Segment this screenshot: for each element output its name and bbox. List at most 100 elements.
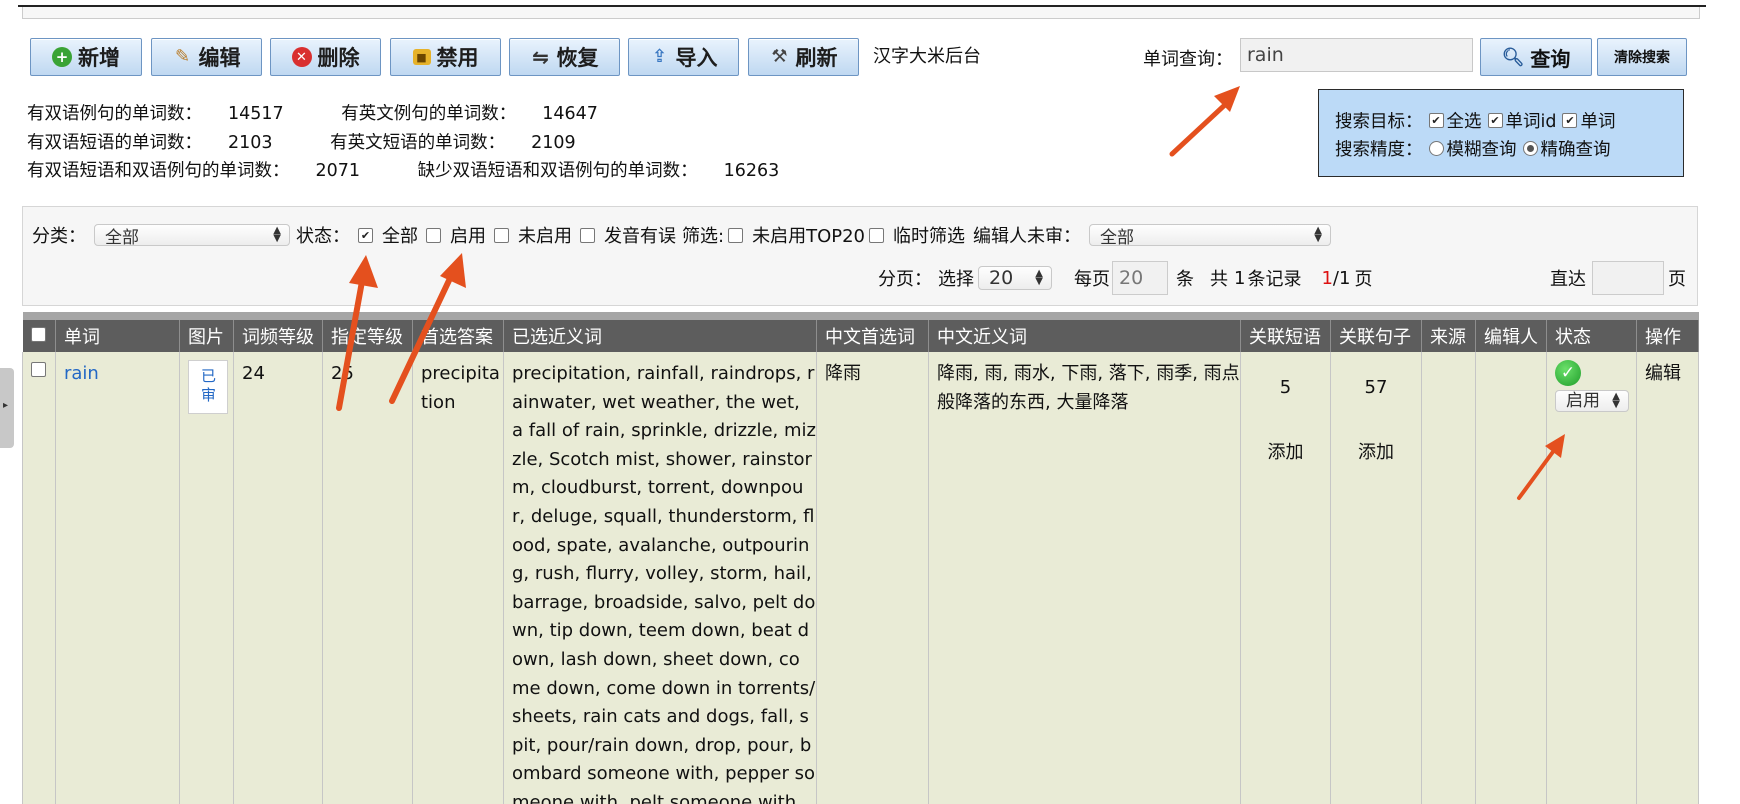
stats-row: 有双语短语的单词数： 2103 有英文短语的单词数： 2109	[27, 129, 831, 158]
per-page-input[interactable]: 20	[1112, 261, 1168, 295]
sentences-count[interactable]: 57	[1331, 374, 1421, 403]
word-link[interactable]: rain	[64, 363, 99, 384]
status-enabled-checkbox[interactable]	[426, 227, 441, 243]
fuzzy-radio[interactable]	[1428, 141, 1444, 156]
column-header[interactable]: 状态	[1546, 312, 1637, 352]
sidebar-toggle[interactable]: ▸	[0, 368, 14, 448]
edit-row-link[interactable]: 编辑	[1645, 363, 1681, 384]
goto-label: 直达	[1550, 269, 1586, 290]
target-word-checkbox[interactable]: ✔	[1562, 113, 1578, 128]
edit-button-label: 编辑	[198, 46, 241, 70]
select-arrows-icon: ▲ ▼	[1035, 268, 1043, 287]
delete-button-label: 删除	[317, 46, 360, 70]
column-header[interactable]: 单词	[55, 312, 180, 352]
add-phrase-link[interactable]: 添加	[1241, 439, 1330, 468]
editor-select-value: 全部	[1100, 227, 1134, 248]
add-button-label: 新增	[78, 46, 120, 70]
column-header[interactable]: 指定等级	[322, 312, 413, 352]
edit-button[interactable]: ✎ 编辑	[151, 38, 262, 76]
target-all-checkbox[interactable]: ✔	[1428, 113, 1444, 128]
import-icon: ⇪	[651, 46, 668, 67]
target-id-label: 单词id	[1505, 112, 1557, 132]
select-arrows-icon: ▲ ▼	[1314, 225, 1322, 244]
stats-summary: 有双语例句的单词数： 14517 有英文例句的单词数： 14647 有双语短语的单词…	[27, 100, 831, 186]
select-arrows-icon: ▲ ▼	[273, 225, 281, 244]
clear-search-button[interactable]: 清除搜索	[1597, 38, 1687, 76]
search-input[interactable]	[1240, 38, 1473, 72]
pagination-label: 分页：	[878, 269, 932, 290]
restore-button[interactable]: ⇋ 恢复	[509, 38, 620, 76]
column-header[interactable]: 图片	[179, 312, 234, 352]
magnifier-icon: 🔍︎	[1501, 46, 1525, 68]
stats-row: 有双语例句的单词数： 14517 有英文例句的单词数： 14647	[27, 100, 831, 129]
exact-radio[interactable]	[1522, 141, 1538, 156]
column-header[interactable]: 来源	[1421, 312, 1476, 352]
filter-row: 分类： 全部 ▲ ▼ 状态： ✔ 全部 启用 未启用 发音有误 筛选: 未启用TOP…	[32, 222, 1331, 248]
category-select[interactable]: 全部 ▲ ▼	[94, 224, 290, 248]
per-page-unit: 条	[1176, 269, 1194, 290]
search-options-box: 搜索目标： ✔ 全选 ✔ 单词id ✔ 单词 搜索精度： 模糊查询 精确查询	[1318, 89, 1684, 177]
total-suffix: 条记录	[1247, 269, 1302, 290]
lock-icon: ■	[412, 49, 431, 65]
status-disabled-checkbox[interactable]	[494, 227, 509, 243]
add-sentence-link[interactable]: 添加	[1331, 439, 1421, 468]
delete-button[interactable]: ✕ 删除	[270, 38, 381, 76]
filter-top20-checkbox[interactable]	[728, 227, 744, 243]
editor-select[interactable]: 全部 ▲ ▼	[1089, 224, 1331, 248]
row-checkbox[interactable]	[31, 362, 46, 377]
search-button-label: 查询	[1530, 46, 1571, 71]
search-target-label: 搜索目标：	[1335, 112, 1423, 132]
select-all-checkbox[interactable]	[30, 326, 46, 342]
column-header[interactable]: 中文近义词	[928, 312, 1241, 352]
table-header-row: 单词 图片 词频等级 指定等级 首选答案 已选近义词 中文首选词 中文近义词 关…	[22, 312, 1699, 352]
freq-level-cell: 24	[233, 352, 323, 804]
check-icon: ✓	[1555, 360, 1581, 386]
image-reviewed-badge[interactable]: 已审	[188, 360, 228, 414]
total-pages: /1	[1332, 267, 1351, 289]
action-cell: 编辑	[1636, 352, 1699, 804]
column-header[interactable]: 关联短语	[1240, 312, 1331, 352]
arrow-search-head-icon	[1214, 86, 1240, 112]
target-id-checkbox[interactable]: ✔	[1487, 113, 1503, 128]
disable-button[interactable]: ■ 禁用	[390, 38, 501, 76]
restore-button-label: 恢复	[556, 46, 599, 70]
goto-page-input[interactable]	[1592, 261, 1664, 295]
cn-synonyms-cell: 降雨, 雨, 雨水, 下雨, 落下, 雨季, 雨点般降落的东西, 大量降落	[928, 352, 1241, 804]
filter-temp-checkbox[interactable]	[869, 227, 884, 243]
column-header[interactable]: 关联句子	[1330, 312, 1422, 352]
app-frame: ▸ + 新增 ✎ 编辑 ✕ 删除 ■ 禁用 ⇋ 恢复 ⇪ 导入 ⚒ 刷新 汉字大…	[0, 0, 1740, 804]
current-page: 1	[1321, 267, 1333, 289]
page-size-select[interactable]: 20 ▲ ▼	[978, 266, 1052, 290]
filter-temp-label: 临时筛选	[893, 226, 965, 247]
column-header[interactable]: 中文首选词	[816, 312, 929, 352]
stat-bilingual-phrases: 有双语短语的单词数： 2103	[27, 132, 273, 153]
phrases-count[interactable]: 5	[1241, 374, 1330, 403]
stat-bilingual-both: 有双语短语和双语例句的单词数： 2071	[27, 161, 361, 181]
target-word-label: 单词	[1580, 112, 1616, 132]
exact-label: 精确查询	[1540, 140, 1611, 160]
status-select[interactable]: 启用 ▲ ▼	[1555, 390, 1629, 412]
search-button[interactable]: 🔍︎ 查询	[1480, 38, 1592, 76]
column-header[interactable]: 编辑人	[1475, 312, 1547, 352]
status-all-checkbox[interactable]: ✔	[358, 227, 373, 243]
fuzzy-label: 模糊查询	[1446, 140, 1517, 160]
refresh-button[interactable]: ⚒ 刷新	[748, 38, 859, 76]
top-strip	[22, 7, 1700, 19]
status-pron-error-checkbox[interactable]	[580, 227, 595, 243]
select-all-header	[22, 312, 56, 352]
add-button[interactable]: + 新增	[30, 38, 142, 76]
column-header[interactable]: 操作	[1636, 312, 1699, 352]
per-page-label: 每页	[1074, 269, 1110, 290]
column-header[interactable]: 已选近义词	[503, 312, 817, 352]
image-badge-label: 已审	[199, 368, 217, 406]
goto-row: 直达 页	[1550, 261, 1686, 295]
status-pron-error-label: 发音有误	[604, 226, 676, 247]
import-button[interactable]: ⇪ 导入	[628, 38, 739, 76]
column-header[interactable]: 词频等级	[233, 312, 323, 352]
column-header[interactable]: 首选答案	[412, 312, 504, 352]
sentences-cell: 57 添加	[1330, 352, 1422, 804]
word-cell: rain	[55, 352, 180, 804]
page-size-select-value: 20	[989, 267, 1014, 289]
cn-preferred-cell: 降雨	[816, 352, 929, 804]
total-prefix: 共	[1210, 269, 1228, 290]
